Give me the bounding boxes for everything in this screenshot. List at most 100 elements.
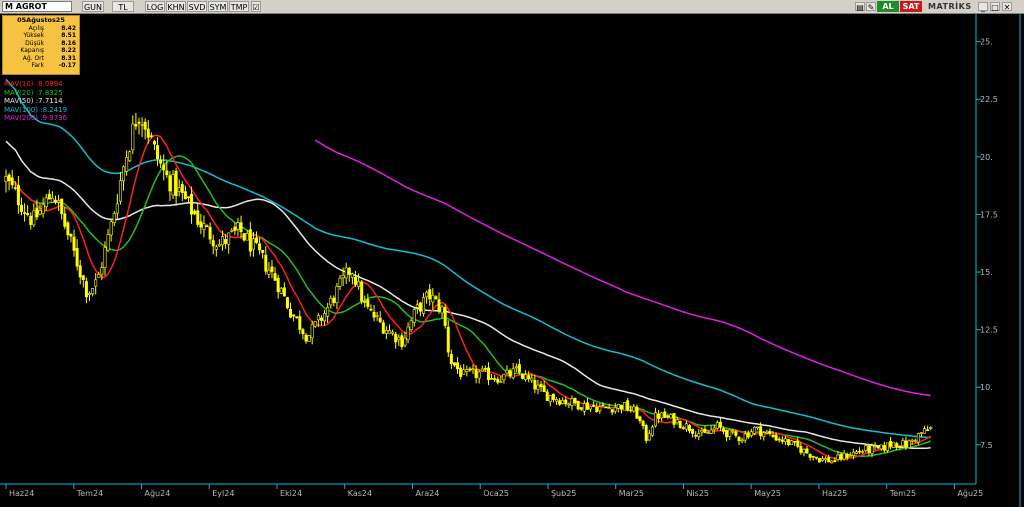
candle-body [50,197,54,203]
candle-body [635,406,639,419]
checkbox-icon[interactable]: ☑ [251,1,261,12]
x-tick-label: Ağu25 [957,489,983,498]
price-chart[interactable]: 25. 22.5 20. 17.5 15. 12.5 10. 7.5 Haz24 Tem24 Ağu… [0,14,1024,507]
minimize-icon[interactable]: _ [978,2,988,12]
candle-body [409,320,413,331]
axes: 25. 22.5 20. 17.5 15. 12.5 10. 7.5 Haz24 Tem24 Ağu… [0,14,1021,507]
candle-body [796,440,800,447]
candle-body [177,187,181,192]
candle-body [555,399,559,402]
candle-body [536,384,540,390]
candle-body [437,299,441,312]
candle-body [122,166,126,182]
candle-body [152,140,156,145]
currency-button[interactable]: TL [112,1,134,12]
tmp-button[interactable]: TMP [229,1,249,12]
candle-body [777,438,781,441]
candle-body [706,432,710,434]
candle-body [106,234,110,251]
candle-body [109,221,113,236]
buy-button[interactable]: AL [877,1,899,12]
candle-body [434,296,438,299]
candle-body [319,317,323,321]
candle-body [282,287,286,297]
candle-body [827,457,831,463]
candle-body [41,204,45,215]
candle-body [864,445,868,451]
candle-body [236,222,240,230]
x-tick-label: Haz24 [9,489,34,498]
x-tick-label: May25 [754,489,781,498]
candle-body [372,311,376,318]
candle-body [255,237,259,243]
candle-body [205,225,209,228]
brand-logo: MATRİKS [928,2,972,11]
candle-body [558,400,562,405]
candle-body [7,174,11,182]
svd-button[interactable]: SVD [187,1,207,12]
y-tick-label: 10. [980,383,993,392]
candle-body [233,226,237,231]
candle-body [449,353,453,365]
candle-body [103,247,107,268]
print-icon[interactable]: ▤ [855,2,865,12]
candle-body [230,230,234,232]
candle-body [542,385,546,393]
candle-body [882,445,886,451]
candle-body [149,135,153,138]
candle-body [517,364,521,373]
candle-body [242,233,246,241]
candle-body [44,197,48,208]
legend-mav10: MAV(10) :8.0894 [4,80,63,88]
mav50-line [5,140,931,450]
candle-body [239,222,243,232]
y-tick-label: 17.5 [980,210,998,219]
candle-body [545,391,549,401]
candle-body [824,458,828,461]
candle-body [446,326,450,353]
maximize-icon[interactable]: □ [990,2,1000,12]
candle-body [84,281,88,298]
mav-legend: MAV(10) :8.0894 MAV(20) :7.8325 MAV(50) … [4,80,67,123]
candle-body [307,335,311,342]
x-tick-label: Oca25 [483,489,509,498]
sell-button[interactable]: SAT [900,1,922,12]
candle-body [514,366,518,369]
candle-body [910,439,914,442]
candle-body [808,453,812,458]
sym-button[interactable]: SYM [208,1,228,12]
candle-body [400,335,404,348]
candle-body [394,333,398,343]
candle-body [684,423,688,430]
candle-body [227,232,231,245]
attach-icon[interactable]: ✎ [866,2,876,12]
candle-body [768,430,772,434]
y-tick-label: 15. [980,268,993,277]
candle-body [208,226,212,240]
candle-body [728,429,732,437]
candle-body [904,440,908,448]
candle-body [527,375,531,380]
candle-body [29,215,33,225]
candle-body [839,453,843,460]
candle-body [647,433,651,441]
period-button[interactable]: GUN [82,1,104,12]
symbol-name: AGROT [15,2,47,11]
candle-body [159,159,163,164]
candle-body [267,269,271,275]
candle-body [613,407,617,412]
khn-button[interactable]: KHN [166,1,186,12]
candle-body [248,229,252,252]
symbol-selector[interactable]: M AGROT [2,1,72,12]
candle-body [592,404,596,407]
candle-body [756,426,760,429]
candle-body [214,246,218,250]
candle-body [889,440,893,447]
close-icon[interactable]: ✕ [1002,2,1012,12]
candle-body [425,291,429,298]
log-scale-button[interactable]: LOG [145,1,165,12]
candle-body [156,145,160,160]
candle-body [520,373,524,379]
candle-body [366,299,370,307]
candle-body [919,432,923,434]
